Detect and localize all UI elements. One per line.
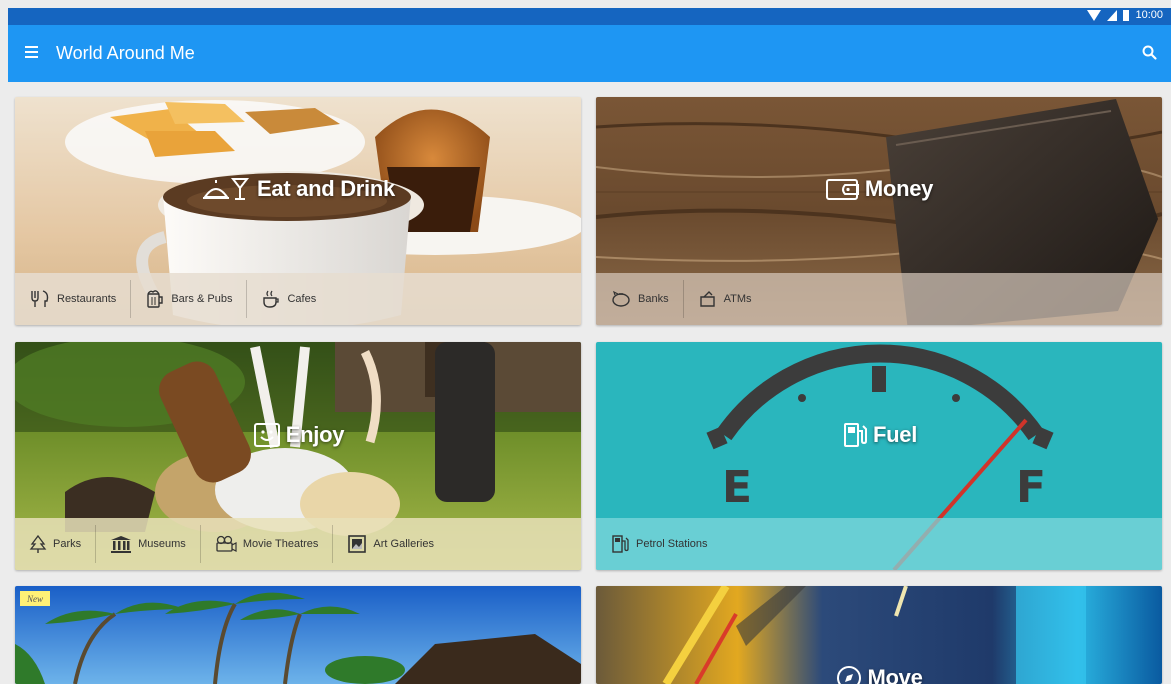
fuel-title: Fuel (596, 421, 1162, 449)
card-eat-and-drink[interactable]: Eat and Drink Restaurants Bars & Pubs Ca… (15, 97, 581, 325)
money-title: Money (596, 176, 1162, 202)
beer-mug-icon (147, 290, 164, 308)
chip-label: Bars & Pubs (171, 293, 233, 305)
dining-icon (203, 178, 250, 200)
tree-icon (29, 534, 47, 553)
beach-image (15, 586, 581, 684)
chip-bars-pubs[interactable]: Bars & Pubs (131, 280, 248, 318)
card-title: Move (867, 665, 923, 684)
gauge-empty-label: E (722, 462, 752, 513)
signal-icon (1107, 9, 1118, 21)
enjoy-subcategories: Parks Museums Movie Theatres Art Galleri… (15, 518, 581, 570)
menu-icon[interactable] (25, 46, 38, 58)
chip-label: Museums (138, 538, 186, 550)
card-new-travel[interactable]: New (15, 586, 581, 684)
battery-icon (1123, 9, 1130, 21)
compass-icon (837, 666, 862, 684)
film-projector-icon (216, 535, 237, 552)
card-enjoy[interactable]: Enjoy Parks Museums Movie Theatres Art G… (15, 342, 581, 570)
money-subcategories: Banks ATMs (596, 273, 1162, 325)
museum-icon (111, 536, 132, 553)
restaurant-icon (31, 290, 49, 307)
search-icon[interactable] (1141, 44, 1159, 62)
card-title: Enjoy (285, 422, 345, 447)
category-grid: Eat and Drink Restaurants Bars & Pubs Ca… (8, 82, 1171, 684)
piggy-bank-icon (612, 290, 630, 307)
card-fuel[interactable]: E F Fuel Petrol Stations (596, 342, 1162, 570)
chip-label: Art Galleries (373, 538, 434, 550)
picture-frame-icon (348, 535, 367, 553)
card-title: Money (864, 176, 934, 201)
status-time: 10:00 (1135, 9, 1163, 21)
coffee-cup-icon (263, 290, 280, 308)
chip-art-galleries[interactable]: Art Galleries (333, 525, 448, 563)
chip-movie-theatres[interactable]: Movie Theatres (201, 525, 334, 563)
eat-and-drink-title: Eat and Drink (15, 176, 581, 202)
chip-banks[interactable]: Banks (596, 280, 684, 318)
chip-label: Parks (53, 538, 82, 550)
eat-and-drink-subcategories: Restaurants Bars & Pubs Cafes (15, 273, 581, 325)
chip-restaurants[interactable]: Restaurants (15, 280, 132, 318)
chip-label: Banks (638, 293, 669, 305)
app-bar: World Around Me (8, 25, 1171, 82)
app-title: World Around Me (56, 43, 195, 63)
chip-label: Cafes (287, 293, 317, 305)
card-title: Fuel (872, 422, 918, 447)
chip-cafes[interactable]: Cafes (247, 280, 330, 318)
enjoy-title: Enjoy (15, 421, 581, 449)
wifi-icon (1087, 9, 1102, 21)
move-title: Move (596, 664, 1162, 684)
smiley-icon (253, 423, 280, 447)
chip-atms[interactable]: ATMs (684, 280, 766, 318)
atm-card-icon (699, 291, 715, 307)
gauge-full-label: F (1016, 462, 1046, 513)
chip-label: Movie Theatres (242, 538, 319, 550)
chip-parks[interactable]: Parks (15, 525, 97, 563)
chip-museums[interactable]: Museums (96, 525, 201, 563)
card-title: Eat and Drink (257, 176, 395, 201)
petrol-pump-icon (612, 535, 629, 553)
fuel-pump-icon (843, 423, 867, 447)
new-badge: New (20, 591, 51, 606)
chip-label: Petrol Stations (636, 538, 708, 550)
card-move[interactable]: Move (596, 586, 1162, 684)
fuel-subcategories: Petrol Stations (596, 518, 1162, 570)
chip-label: ATMs (723, 293, 752, 305)
chip-label: Restaurants (57, 293, 117, 305)
card-money[interactable]: Money Banks ATMs (596, 97, 1162, 325)
status-icons: 10:00 (1087, 9, 1163, 21)
chip-petrol-stations[interactable]: Petrol Stations (596, 525, 722, 563)
status-bar: 10:00 (8, 8, 1171, 25)
wallet-icon (825, 179, 859, 200)
